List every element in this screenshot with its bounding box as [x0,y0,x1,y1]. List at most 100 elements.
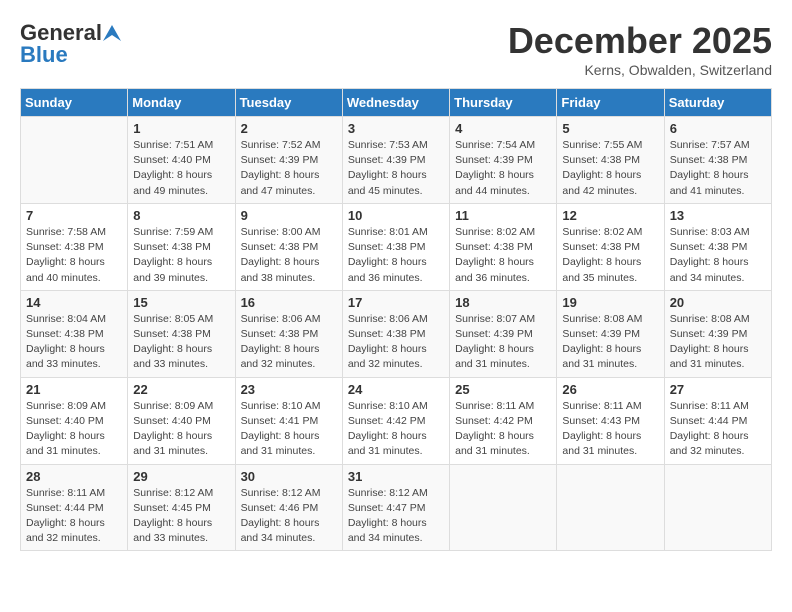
calendar-cell: 31 Sunrise: 8:12 AM Sunset: 4:47 PM Dayli… [342,464,449,551]
calendar-cell: 29 Sunrise: 8:12 AM Sunset: 4:45 PM Dayli… [128,464,235,551]
calendar-cell: 10 Sunrise: 8:01 AM Sunset: 4:38 PM Dayli… [342,203,449,290]
day-number: 19 [562,295,658,310]
day-info: Sunrise: 7:55 AM Sunset: 4:38 PM Dayligh… [562,138,658,199]
calendar-cell [664,464,771,551]
day-info: Sunrise: 8:02 AM Sunset: 4:38 PM Dayligh… [455,225,551,286]
day-info: Sunrise: 7:59 AM Sunset: 4:38 PM Dayligh… [133,225,229,286]
weekday-header-row: SundayMondayTuesdayWednesdayThursdayFrid… [21,89,772,117]
day-number: 15 [133,295,229,310]
title-section: December 2025 Kerns, Obwalden, Switzerla… [508,20,772,78]
calendar-cell [557,464,664,551]
logo-blue: Blue [20,42,68,68]
day-info: Sunrise: 8:08 AM Sunset: 4:39 PM Dayligh… [670,312,766,373]
day-number: 26 [562,382,658,397]
day-info: Sunrise: 8:11 AM Sunset: 4:42 PM Dayligh… [455,399,551,460]
calendar-cell: 23Sunrise: 8:10 AM Sunset: 4:41 PM Dayli… [235,377,342,464]
day-number: 24 [348,382,444,397]
calendar-cell: 13Sunrise: 8:03 AM Sunset: 4:38 PM Dayli… [664,203,771,290]
day-info: Sunrise: 8:05 AM Sunset: 4:38 PM Dayligh… [133,312,229,373]
calendar-cell: 25 Sunrise: 8:11 AM Sunset: 4:42 PM Dayli… [450,377,557,464]
day-info: Sunrise: 7:53 AM Sunset: 4:39 PM Dayligh… [348,138,444,199]
month-title: December 2025 [508,20,772,62]
day-number: 6 [670,121,766,136]
day-number: 9 [241,208,337,223]
day-number: 16 [241,295,337,310]
weekday-header-sunday: Sunday [21,89,128,117]
calendar-cell: 3 Sunrise: 7:53 AM Sunset: 4:39 PM Daylig… [342,117,449,204]
calendar-week-3: 14Sunrise: 8:04 AM Sunset: 4:38 PM Dayli… [21,290,772,377]
calendar-cell: 30 Sunrise: 8:12 AM Sunset: 4:46 PM Dayli… [235,464,342,551]
calendar-cell: 22 Sunrise: 8:09 AM Sunset: 4:40 PM Dayli… [128,377,235,464]
calendar-cell: 11 Sunrise: 8:02 AM Sunset: 4:38 PM Dayli… [450,203,557,290]
day-number: 4 [455,121,551,136]
calendar-cell: 17 Sunrise: 8:06 AM Sunset: 4:38 PM Dayli… [342,290,449,377]
weekday-header-wednesday: Wednesday [342,89,449,117]
calendar-cell: 7 Sunrise: 7:58 AM Sunset: 4:38 PM Daylig… [21,203,128,290]
location: Kerns, Obwalden, Switzerland [508,62,772,78]
day-number: 17 [348,295,444,310]
weekday-header-friday: Friday [557,89,664,117]
day-info: Sunrise: 8:09 AM Sunset: 4:40 PM Dayligh… [26,399,122,460]
day-number: 1 [133,121,229,136]
calendar-cell: 5Sunrise: 7:55 AM Sunset: 4:38 PM Daylig… [557,117,664,204]
day-info: Sunrise: 8:02 AM Sunset: 4:38 PM Dayligh… [562,225,658,286]
day-number: 2 [241,121,337,136]
day-number: 7 [26,208,122,223]
logo-bird-icon [103,25,121,41]
day-number: 25 [455,382,551,397]
calendar-cell: 24Sunrise: 8:10 AM Sunset: 4:42 PM Dayli… [342,377,449,464]
day-info: Sunrise: 8:06 AM Sunset: 4:38 PM Dayligh… [348,312,444,373]
day-number: 29 [133,469,229,484]
calendar-week-4: 21 Sunrise: 8:09 AM Sunset: 4:40 PM Dayli… [21,377,772,464]
calendar-cell: 26 Sunrise: 8:11 AM Sunset: 4:43 PM Dayli… [557,377,664,464]
day-number: 3 [348,121,444,136]
calendar-cell: 14Sunrise: 8:04 AM Sunset: 4:38 PM Dayli… [21,290,128,377]
calendar-cell: 18 Sunrise: 8:07 AM Sunset: 4:39 PM Dayli… [450,290,557,377]
page-header: General Blue December 2025 Kerns, Obwald… [20,20,772,78]
day-info: Sunrise: 8:11 AM Sunset: 4:44 PM Dayligh… [26,486,122,547]
calendar-cell: 28 Sunrise: 8:11 AM Sunset: 4:44 PM Dayli… [21,464,128,551]
day-info: Sunrise: 7:54 AM Sunset: 4:39 PM Dayligh… [455,138,551,199]
day-number: 12 [562,208,658,223]
day-info: Sunrise: 7:51 AM Sunset: 4:40 PM Dayligh… [133,138,229,199]
calendar-cell: 4 Sunrise: 7:54 AM Sunset: 4:39 PM Daylig… [450,117,557,204]
calendar-week-2: 7 Sunrise: 7:58 AM Sunset: 4:38 PM Daylig… [21,203,772,290]
day-number: 11 [455,208,551,223]
calendar-cell: 12 Sunrise: 8:02 AM Sunset: 4:38 PM Dayli… [557,203,664,290]
calendar-cell: 1 Sunrise: 7:51 AM Sunset: 4:40 PM Daylig… [128,117,235,204]
day-info: Sunrise: 7:58 AM Sunset: 4:38 PM Dayligh… [26,225,122,286]
calendar-week-5: 28 Sunrise: 8:11 AM Sunset: 4:44 PM Dayli… [21,464,772,551]
day-info: Sunrise: 8:06 AM Sunset: 4:38 PM Dayligh… [241,312,337,373]
day-info: Sunrise: 8:07 AM Sunset: 4:39 PM Dayligh… [455,312,551,373]
day-info: Sunrise: 8:12 AM Sunset: 4:45 PM Dayligh… [133,486,229,547]
day-number: 8 [133,208,229,223]
day-number: 18 [455,295,551,310]
calendar-cell: 19Sunrise: 8:08 AM Sunset: 4:39 PM Dayli… [557,290,664,377]
calendar-week-1: 1 Sunrise: 7:51 AM Sunset: 4:40 PM Daylig… [21,117,772,204]
day-info: Sunrise: 8:12 AM Sunset: 4:46 PM Dayligh… [241,486,337,547]
calendar-cell [21,117,128,204]
day-info: Sunrise: 8:01 AM Sunset: 4:38 PM Dayligh… [348,225,444,286]
day-info: Sunrise: 8:10 AM Sunset: 4:41 PM Dayligh… [241,399,337,460]
logo: General Blue [20,20,122,68]
day-info: Sunrise: 8:09 AM Sunset: 4:40 PM Dayligh… [133,399,229,460]
weekday-header-saturday: Saturday [664,89,771,117]
day-number: 30 [241,469,337,484]
day-info: Sunrise: 8:12 AM Sunset: 4:47 PM Dayligh… [348,486,444,547]
day-number: 10 [348,208,444,223]
day-number: 28 [26,469,122,484]
day-info: Sunrise: 8:00 AM Sunset: 4:38 PM Dayligh… [241,225,337,286]
calendar-cell: 20Sunrise: 8:08 AM Sunset: 4:39 PM Dayli… [664,290,771,377]
day-info: Sunrise: 8:11 AM Sunset: 4:44 PM Dayligh… [670,399,766,460]
day-info: Sunrise: 8:11 AM Sunset: 4:43 PM Dayligh… [562,399,658,460]
day-number: 21 [26,382,122,397]
day-number: 14 [26,295,122,310]
day-number: 22 [133,382,229,397]
calendar-cell: 8 Sunrise: 7:59 AM Sunset: 4:38 PM Daylig… [128,203,235,290]
weekday-header-tuesday: Tuesday [235,89,342,117]
calendar-table: SundayMondayTuesdayWednesdayThursdayFrid… [20,88,772,551]
calendar-cell: 15 Sunrise: 8:05 AM Sunset: 4:38 PM Dayli… [128,290,235,377]
day-number: 27 [670,382,766,397]
day-number: 31 [348,469,444,484]
day-number: 13 [670,208,766,223]
